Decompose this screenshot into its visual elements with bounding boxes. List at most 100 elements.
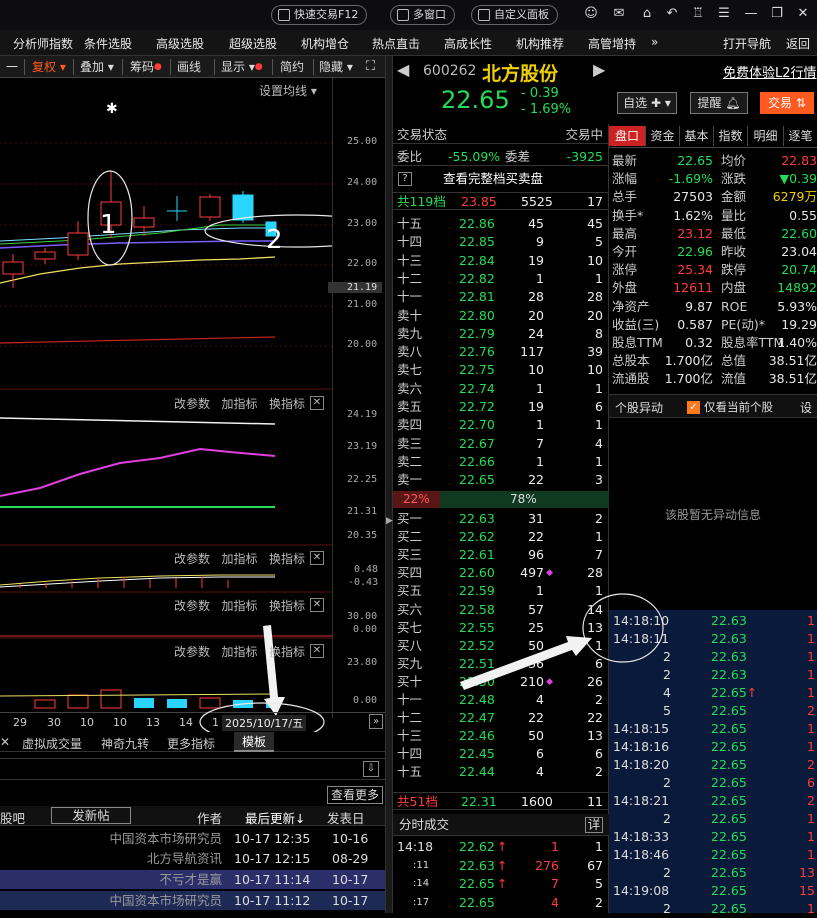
change-params-button[interactable]: 改参数 [174,552,210,566]
quick-trade-button[interactable]: 快速交易F12 [271,5,368,25]
close-icon[interactable]: ✕ [795,6,811,22]
add-indicator-button[interactable]: 加指标 [221,552,257,566]
add-indicator-button[interactable]: 加指标 [221,645,257,659]
full-orderbook-link[interactable]: ? 查看完整档买卖盘 [393,170,609,188]
toolbar-item[interactable]: 一 [6,58,18,76]
menu-item[interactable]: 超级选股 [229,35,277,52]
menu-item[interactable]: 热点直击 [372,35,420,52]
ask-row[interactable]: 卖一 22.65 22 3 [393,471,609,489]
mail-icon[interactable]: ✉ [611,6,627,22]
ask-row[interactable]: 卖七 22.75 10 10 [393,361,609,379]
forum-tab[interactable]: 股吧 [0,808,25,827]
help-icon[interactable]: ? [398,172,412,186]
close-icon[interactable]: ✕ [310,644,324,658]
ask-row[interactable]: 十三 22.84 19 10 [393,252,609,270]
tab-prev-icon[interactable]: ✕ [0,735,10,749]
tick-detail-button[interactable]: 详 [585,817,603,833]
anomaly-settings-button[interactable]: 设 [800,399,812,416]
tab-pankou[interactable]: 盘口 [609,126,645,146]
close-icon[interactable]: ✕ [310,598,324,612]
open-nav-button[interactable]: 打开导航 [723,35,771,52]
ask-row[interactable]: 卖九 22.79 24 8 [393,325,609,343]
menu-more-icon[interactable]: » [651,35,658,49]
minimize-icon[interactable]: — [743,6,759,22]
ask-row[interactable]: 卖三 22.67 7 4 [393,435,609,453]
new-post-button[interactable]: 发新帖 [51,807,131,824]
multi-window-button[interactable]: 多窗口 [390,5,455,25]
add-watchlist-button[interactable]: 自选 ✚ ▾ [617,92,677,114]
tab-index[interactable]: 指数 [713,126,747,146]
tab-tick-by-tick[interactable]: 逐笔 [783,126,817,146]
l2-trial-link[interactable]: 免费体验L2行情 [723,62,817,81]
ask-row[interactable]: 卖二 22.66 1 1 [393,453,609,471]
ask-row[interactable]: 十二 22.82 1 1 [393,270,609,288]
tab-template[interactable]: 模板 [234,732,275,752]
menu-item[interactable]: 机构增仓 [301,35,349,52]
scroll-right-icon[interactable]: » [369,714,383,729]
ask-row[interactable]: 卖八 22.76 117 39 [393,343,609,361]
add-indicator-button[interactable]: 加指标 [221,599,257,613]
bid-row[interactable]: 买四 22.60 497 ◆ 28 [393,564,609,582]
menu-item[interactable]: 条件选股 [84,35,132,52]
custom-panel-button[interactable]: 自定义面板 [471,5,558,25]
forum-row-selected[interactable]: 不亏才是赢 10-17 11:14 10-17 [0,870,385,889]
only-current-checkbox[interactable]: ✓ [687,401,700,414]
simple-button[interactable]: 简约 [280,58,304,76]
menu-item[interactable]: 分析师指数 [13,35,73,52]
draw-line-button[interactable]: 画线 [177,58,201,76]
bid-row[interactable]: 买三 22.61 96 7 [393,546,609,564]
switch-indicator-button[interactable]: 换指标 [269,645,305,659]
switch-indicator-button[interactable]: 换指标 [269,552,305,566]
tab-details[interactable]: 明细 [747,126,783,146]
change-params-button[interactable]: 改参数 [174,599,210,613]
menu-item[interactable]: 高级选股 [156,35,204,52]
bid-row[interactable]: 十二 22.47 22 22 [393,709,609,727]
hide-dropdown[interactable]: 隐藏 ▾ [319,58,353,76]
ask-row[interactable]: 十一 22.81 28 28 [393,288,609,306]
alert-button[interactable]: 提醒 🔔︎ [690,92,748,114]
bid-row[interactable]: 十五 22.44 4 2 [393,763,609,781]
fuquan-dropdown[interactable]: 复权 ▾ [32,58,66,76]
overlay-dropdown[interactable]: 叠加 ▾ [80,58,114,76]
menu-item[interactable]: 机构推荐 [516,35,564,52]
back-button[interactable]: 返回 [786,35,810,52]
tab-magic-nine[interactable]: 神奇九转 [101,735,149,752]
display-dropdown[interactable]: 显示 ▾● [221,58,263,76]
tab-basic[interactable]: 基本 [679,126,713,146]
menu-item[interactable]: 高成长性 [444,35,492,52]
splitter-handle-icon[interactable]: ▶ [386,516,393,526]
menu-icon[interactable]: ☰ [716,6,732,22]
user-icon[interactable]: ☺ [583,6,599,22]
forum-row[interactable]: 中国资本市场研究员 10-17 11:12 10-17 [0,891,385,910]
trade-button[interactable]: 交易 ⇅ [760,92,814,114]
bid-row[interactable]: 买一 22.63 31 2 [393,510,609,528]
forum-row[interactable]: 中国资本市场研究员 10-17 12:35 10-16 [0,830,385,848]
collapse-icon[interactable]: ⇩ [363,761,379,777]
change-params-button[interactable]: 改参数 [174,397,210,411]
ask-row[interactable]: 卖四 22.70 1 1 [393,416,609,434]
panel-splitter[interactable]: ▶ [385,56,393,913]
close-icon[interactable]: ✕ [310,551,324,565]
prev-stock-icon[interactable]: ◀ [397,60,409,79]
switch-indicator-button[interactable]: 换指标 [269,599,305,613]
fullscreen-icon[interactable]: ⛶ [366,58,375,76]
next-stock-icon[interactable]: ▶ [593,60,605,79]
ask-row[interactable]: 十五 22.86 45 45 [393,215,609,233]
bid-row[interactable]: 买二 22.62 22 1 [393,528,609,546]
view-more-button[interactable]: 查看更多 [327,786,384,804]
switch-indicator-button[interactable]: 换指标 [269,397,305,411]
ask-row[interactable]: 卖六 22.74 1 1 [393,380,609,398]
tab-virtual-volume[interactable]: 虚拟成交量 [22,735,82,752]
back-icon[interactable]: ↶ [664,6,680,22]
skin-icon[interactable]: ♖ [690,6,706,22]
tab-more-indicators[interactable]: 更多指标 [167,735,215,752]
kline-chart-area[interactable]: 设置均线 ▾ 25.00 24.00 23.00 22.00 21.19 21.… [0,78,385,742]
bid-row[interactable]: 十四 22.45 6 6 [393,745,609,763]
bid-row[interactable]: 十三 22.46 50 13 [393,727,609,745]
col-last-update[interactable]: 最后更新↓ [245,808,305,827]
close-icon[interactable]: ✕ [310,396,324,410]
home-icon[interactable]: ⌂ [639,6,655,22]
change-params-button[interactable]: 改参数 [174,645,210,659]
add-indicator-button[interactable]: 加指标 [221,397,257,411]
chips-button[interactable]: 筹码● [130,58,162,76]
